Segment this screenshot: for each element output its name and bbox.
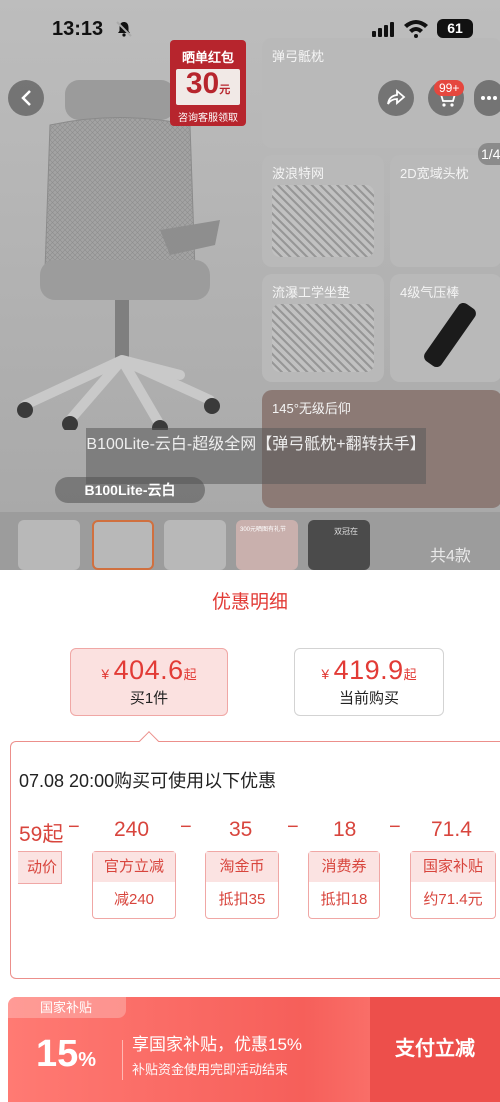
product-page-background: 晒单红包 30元 咨询客服领取 弹弓骶枕 波浪特网 2D宽域头枕 流瀑工学坐垫 …: [0, 0, 500, 570]
coupon-name: 国家补贴: [411, 852, 495, 882]
more-icon: [481, 96, 497, 100]
subsidy-tag: 国家补贴: [8, 997, 126, 1018]
calc-value: 18: [333, 818, 357, 841]
coupon-name: 官方立减: [93, 852, 175, 882]
price-option-buy-one[interactable]: ¥ 404.6起 买1件: [70, 648, 228, 716]
wifi-icon: [404, 20, 428, 38]
divider: [122, 1040, 123, 1080]
sheet-title: 优惠明细: [211, 592, 288, 613]
minus-sign: −: [287, 816, 299, 838]
more-button[interactable]: [474, 80, 500, 116]
price-value: ¥ 419.9起: [321, 655, 417, 685]
variant-chip[interactable]: B100Lite-云白: [55, 477, 205, 503]
subsidy-main-text: 享国家补贴，优惠15%: [132, 1035, 303, 1054]
image-page-indicator: 1/4: [478, 143, 500, 165]
discount-detail-sheet: 优惠明细 ¥ 404.6起 买1件 ¥ 419.9起 当前购买 07.08 20…: [0, 570, 500, 1102]
feature-tile: 2D宽域头枕: [390, 155, 500, 267]
calc-value: 35: [229, 818, 253, 841]
bell-muted-icon: [116, 21, 132, 37]
calc-value: 240: [114, 818, 150, 841]
status-time: 13:13: [52, 18, 104, 40]
product-hero-image[interactable]: 晒单红包 30元 咨询客服领取 弹弓骶枕 波浪特网 2D宽域头枕 流瀑工学坐垫 …: [0, 0, 500, 512]
coupon-card: 消费券 抵扣18: [308, 851, 380, 919]
share-button[interactable]: [378, 80, 414, 116]
back-button[interactable]: [8, 80, 44, 116]
discount-detail-title: 07.08 20:00购买可使用以下优惠: [19, 771, 277, 791]
minus-sign: −: [180, 816, 192, 838]
calc-value: 71.4: [431, 818, 472, 841]
share-icon: [387, 89, 406, 105]
price-option-label: 买1件: [129, 690, 169, 707]
minus-sign: −: [68, 816, 80, 838]
coupon-partial: 动价: [18, 851, 62, 884]
minus-sign: −: [389, 816, 401, 838]
status-bar: 13:13 61: [0, 0, 500, 58]
coupon-desc: 减240: [113, 891, 155, 908]
variant-thumb[interactable]: [18, 520, 80, 570]
promo-subtitle: 咨询客服领取: [178, 113, 238, 124]
cart-count-badge: 99+: [434, 80, 465, 96]
product-caption: B100Lite-云白-超级全网【弹弓骶枕+翻转扶手】: [86, 428, 426, 484]
variant-thumb[interactable]: 300元晒图有礼节: [236, 520, 298, 570]
coupon-desc: 抵扣18: [320, 891, 368, 908]
variant-count[interactable]: 共4款: [430, 542, 471, 566]
coupon-card: 官方立减 减240: [92, 851, 176, 919]
variant-thumb[interactable]: 双冠在: [308, 520, 370, 570]
coupon-desc: 约71.4元: [423, 891, 483, 908]
feature-tile: 波浪特网: [262, 155, 384, 267]
coupon-desc: 抵扣35: [218, 891, 266, 908]
coupon-card: 国家补贴 约71.4元: [410, 851, 496, 919]
price-option-label: 当前购买: [338, 690, 399, 707]
variant-thumb[interactable]: [164, 520, 226, 570]
national-subsidy-bar[interactable]: 国家补贴 15% 享国家补贴，优惠15% 补贴资金使用完即活动结束 支付立减: [8, 997, 500, 1102]
coupon-name: 淘金币: [206, 852, 278, 882]
coupon-name: 消费券: [309, 852, 379, 882]
chevron-left-icon: [21, 90, 31, 106]
feature-tile: 流瀑工学坐垫: [262, 274, 384, 382]
battery-icon: 61: [437, 19, 473, 38]
price-value: ¥ 404.6起: [101, 655, 197, 685]
subsidy-percent: 15%: [36, 1033, 97, 1075]
promo-amount: 30元: [176, 69, 240, 105]
price-option-current[interactable]: ¥ 419.9起 当前购买: [294, 648, 444, 716]
variant-thumb-selected[interactable]: [92, 520, 154, 570]
signal-icon: [372, 22, 394, 37]
pay-discount-button[interactable]: 支付立减: [370, 997, 500, 1102]
subsidy-sub-text: 补贴资金使用完即活动结束: [132, 1062, 289, 1077]
calc-base-price: 59起: [19, 823, 64, 846]
variant-thumbnails: 300元晒图有礼节 双冠在 共4款: [0, 512, 500, 570]
coupon-card: 淘金币 抵扣35: [205, 851, 279, 919]
